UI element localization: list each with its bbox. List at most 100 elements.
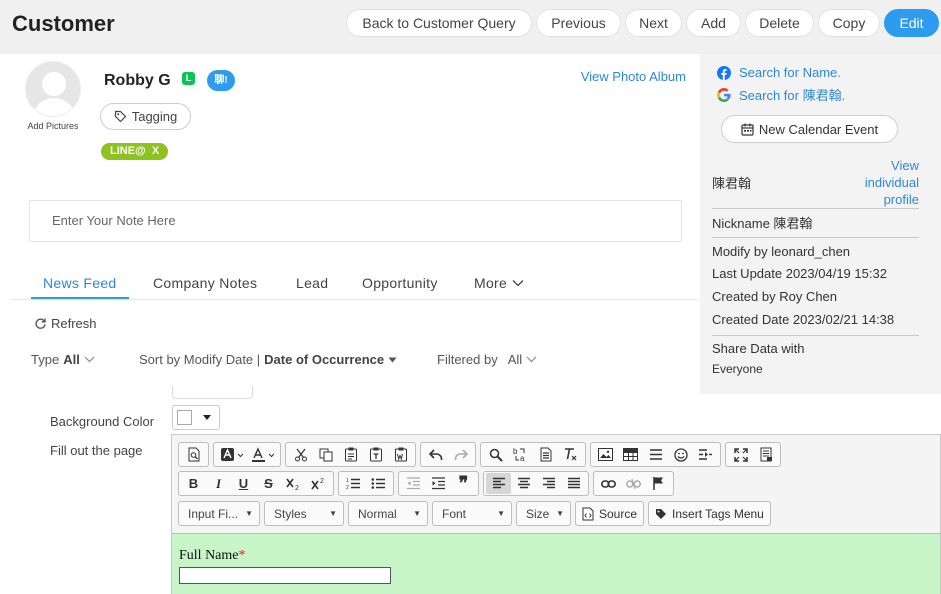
smiley-icon[interactable] xyxy=(668,444,693,465)
italic-icon[interactable]: I xyxy=(206,473,231,494)
edit-button[interactable]: Edit xyxy=(884,9,939,37)
background-color-picker[interactable] xyxy=(172,405,220,430)
paste-icon[interactable] xyxy=(338,444,363,465)
caret-down-icon xyxy=(203,415,211,420)
maximize-icon[interactable] xyxy=(728,444,753,465)
toolbar-group-undo xyxy=(420,442,476,467)
full-name-input[interactable] xyxy=(179,567,391,584)
page-break-icon[interactable] xyxy=(693,444,718,465)
superscript-icon[interactable]: 2 xyxy=(306,473,331,494)
paste-text-icon[interactable] xyxy=(363,444,388,465)
format-combo-label: Normal xyxy=(358,506,397,521)
horizontal-line-icon[interactable] xyxy=(643,444,668,465)
color-swatch xyxy=(177,410,192,425)
remove-format-icon[interactable] xyxy=(558,444,583,465)
paste-from-word-icon[interactable] xyxy=(388,444,413,465)
refresh-button[interactable]: Refresh xyxy=(34,316,97,331)
filtered-by-filter[interactable]: Filtered by All xyxy=(437,352,537,367)
insert-tags-menu-button[interactable]: Insert Tags Menu xyxy=(648,501,771,526)
styles-combo[interactable]: Styles ▼ xyxy=(264,501,344,526)
source-button[interactable]: Source xyxy=(575,501,645,526)
previous-button[interactable]: Previous xyxy=(536,9,621,37)
align-center-icon[interactable] xyxy=(511,473,536,494)
underline-icon[interactable]: U xyxy=(231,473,256,494)
line-at-badge[interactable]: LINE@ X xyxy=(101,143,169,160)
tab-company-notes[interactable]: Company Notes xyxy=(153,275,257,291)
new-calendar-event-button[interactable]: New Calendar Event xyxy=(721,115,898,143)
share-data-value: Everyone xyxy=(712,362,763,376)
sort-filter[interactable]: Sort by Modify Date | Date of Occurrence xyxy=(139,352,397,367)
bulleted-list-icon[interactable] xyxy=(366,473,391,494)
view-photo-album-link[interactable]: View Photo Album xyxy=(581,69,686,84)
increase-indent-icon[interactable] xyxy=(426,473,451,494)
search-chinese-name-link[interactable]: Search for 陳君翰. xyxy=(717,85,845,104)
replace-icon[interactable]: ba xyxy=(508,444,533,465)
copy-button[interactable]: Copy xyxy=(818,9,880,37)
page-title: Customer xyxy=(12,11,115,36)
table-icon[interactable] xyxy=(618,444,643,465)
align-right-icon[interactable] xyxy=(536,473,561,494)
add-pictures-link[interactable]: Add Pictures xyxy=(25,121,81,131)
preview-icon[interactable] xyxy=(181,444,206,465)
note-input[interactable]: Enter Your Note Here xyxy=(29,200,682,242)
anchor-flag-icon[interactable] xyxy=(646,473,671,494)
image-icon[interactable] xyxy=(593,444,618,465)
size-combo[interactable]: Size ▼ xyxy=(516,501,571,526)
tab-opportunity[interactable]: Opportunity xyxy=(362,275,438,291)
line-icon[interactable]: L xyxy=(182,72,195,85)
toolbar-group-clipboard xyxy=(285,442,416,467)
cut-icon[interactable] xyxy=(288,444,313,465)
back-to-query-button[interactable]: Back to Customer Query xyxy=(346,9,532,37)
strikethrough-icon[interactable]: S xyxy=(256,473,281,494)
format-combo[interactable]: Normal ▼ xyxy=(348,501,428,526)
subscript-icon[interactable]: 2 xyxy=(281,473,306,494)
last-update-text: Last Update 2023/04/19 15:32 xyxy=(712,266,887,281)
decrease-indent-icon[interactable] xyxy=(401,473,426,494)
delete-button[interactable]: Delete xyxy=(745,9,814,37)
source-label: Source xyxy=(599,506,638,521)
unlink-icon[interactable] xyxy=(621,473,646,494)
background-color-label: Background Color xyxy=(50,414,155,429)
add-button[interactable]: Add xyxy=(686,9,741,37)
blockquote-icon[interactable]: ❞ xyxy=(451,473,476,494)
contact-chinese-name: 陳君翰 xyxy=(712,176,752,191)
font-combo[interactable]: Font ▼ xyxy=(432,501,512,526)
search-name-link[interactable]: Search for Name. xyxy=(717,65,841,80)
toolbar-group-colors xyxy=(213,442,281,467)
bold-icon[interactable]: B xyxy=(181,473,206,494)
text-color-icon[interactable] xyxy=(247,444,278,465)
next-button[interactable]: Next xyxy=(625,9,682,37)
numbered-list-icon[interactable]: 12 xyxy=(341,473,366,494)
feed-filter-row: Type All Sort by Modify Date | Date of O… xyxy=(31,352,691,372)
justify-icon[interactable] xyxy=(561,473,586,494)
select-all-icon[interactable] xyxy=(533,444,558,465)
show-blocks-icon[interactable] xyxy=(753,444,778,465)
find-icon[interactable] xyxy=(483,444,508,465)
input-field-combo[interactable]: Input Fi... ▼ xyxy=(178,501,260,526)
tab-news-feed[interactable]: News Feed xyxy=(43,275,117,291)
font-combo-label: Font xyxy=(442,506,467,521)
tagging-button[interactable]: Tagging xyxy=(100,103,191,130)
undo-icon[interactable] xyxy=(423,444,448,465)
link-icon[interactable] xyxy=(596,473,621,494)
editor-toolbar-row-2: B I U S 2 2 12 ❞ xyxy=(178,471,674,496)
avatar-head xyxy=(42,72,66,96)
view-individual-profile-link[interactable]: View individual profile xyxy=(839,157,919,208)
copy-icon[interactable] xyxy=(313,444,338,465)
tab-more[interactable]: More xyxy=(474,275,524,291)
chat-badge[interactable]: 聊! xyxy=(207,70,235,91)
redo-icon[interactable] xyxy=(448,444,473,465)
align-left-icon[interactable] xyxy=(486,473,511,494)
svg-text:2: 2 xyxy=(346,485,349,490)
editor-content-area[interactable]: Full Name* xyxy=(172,533,940,594)
tab-lead[interactable]: Lead xyxy=(296,275,328,291)
created-date-text: Created Date 2023/02/21 14:38 xyxy=(712,312,895,327)
caret-down-icon: ▼ xyxy=(245,509,253,518)
avatar[interactable] xyxy=(25,61,81,117)
toolbar-group-preview xyxy=(178,442,209,467)
insert-tags-menu-label: Insert Tags Menu xyxy=(672,506,764,521)
partial-field xyxy=(172,386,253,399)
divider xyxy=(712,335,919,336)
background-color-icon[interactable] xyxy=(216,444,247,465)
type-filter[interactable]: Type All xyxy=(31,352,95,367)
